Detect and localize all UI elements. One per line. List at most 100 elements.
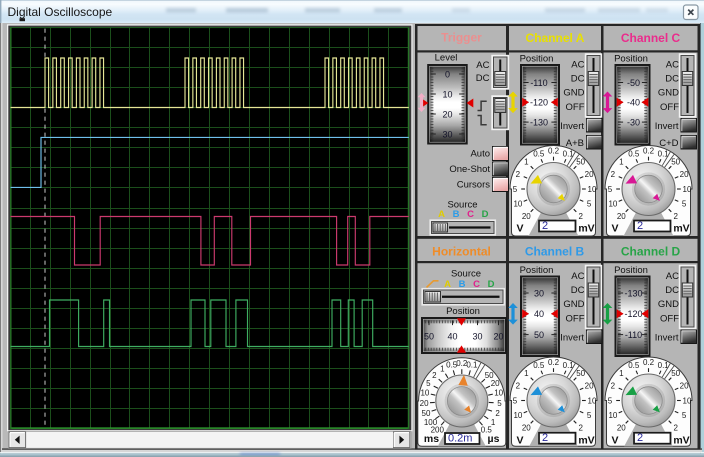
- svg-text:2: 2: [578, 212, 583, 221]
- svg-text:AC: AC: [666, 59, 679, 70]
- svg-text:50: 50: [671, 158, 680, 167]
- svg-text:5: 5: [513, 396, 518, 405]
- svg-text:1: 1: [524, 369, 529, 378]
- svg-text:Invert: Invert: [655, 121, 679, 132]
- svg-text:-50: -50: [627, 78, 640, 88]
- svg-text:C: C: [467, 209, 474, 220]
- svg-text:-110: -110: [625, 330, 642, 340]
- svg-text:10: 10: [494, 389, 503, 398]
- svg-text:GND: GND: [658, 299, 679, 310]
- svg-text:5: 5: [587, 200, 592, 209]
- svg-text:50: 50: [424, 331, 434, 341]
- svg-text:1: 1: [440, 365, 445, 374]
- svg-text:-40: -40: [627, 98, 640, 108]
- svg-text:0: 0: [445, 69, 450, 79]
- svg-text:A: A: [438, 209, 445, 220]
- svg-text:2: 2: [432, 371, 437, 380]
- svg-text:-130: -130: [624, 288, 642, 298]
- svg-text:OFF: OFF: [566, 102, 585, 113]
- svg-text:-130: -130: [530, 117, 548, 127]
- svg-text:Invert: Invert: [560, 333, 584, 344]
- svg-text:2: 2: [637, 432, 643, 444]
- svg-text:Digital Oscilloscope: Digital Oscilloscope: [8, 5, 113, 19]
- svg-text:5: 5: [682, 411, 687, 420]
- svg-text:Auto: Auto: [470, 148, 490, 159]
- svg-text:2: 2: [611, 382, 616, 391]
- svg-text:2: 2: [495, 409, 500, 418]
- svg-text:GND: GND: [658, 88, 679, 99]
- svg-text:DC: DC: [665, 285, 679, 296]
- svg-text:5: 5: [497, 399, 502, 408]
- svg-text:DC: DC: [571, 285, 585, 296]
- svg-text:10: 10: [588, 185, 597, 194]
- svg-text:10: 10: [608, 200, 617, 209]
- svg-text:0.2: 0.2: [548, 358, 560, 367]
- svg-text:mV: mV: [578, 435, 594, 447]
- svg-text:-120: -120: [624, 309, 642, 319]
- svg-text:2: 2: [611, 170, 616, 179]
- svg-text:5: 5: [587, 411, 592, 420]
- svg-text:50: 50: [671, 369, 680, 378]
- svg-text:1: 1: [619, 369, 624, 378]
- svg-text:20: 20: [522, 212, 531, 221]
- svg-text:D: D: [482, 209, 489, 220]
- svg-text:Invert: Invert: [655, 333, 679, 344]
- svg-text:50: 50: [422, 409, 431, 418]
- svg-text:20: 20: [680, 170, 689, 179]
- svg-text:Position: Position: [614, 54, 648, 65]
- svg-text:0.5: 0.5: [628, 149, 640, 158]
- svg-text:AC: AC: [666, 271, 679, 282]
- svg-text:Horizontal: Horizontal: [432, 245, 491, 259]
- svg-text:Channel B: Channel B: [525, 245, 585, 259]
- svg-text:mV: mV: [673, 435, 689, 447]
- svg-text:20: 20: [585, 170, 594, 179]
- svg-text:1: 1: [619, 158, 624, 167]
- svg-text:Channel D: Channel D: [621, 245, 681, 259]
- svg-text:V: V: [516, 435, 523, 447]
- svg-text:10: 10: [513, 411, 522, 420]
- svg-text:5: 5: [513, 185, 518, 194]
- svg-text:-110: -110: [530, 78, 547, 88]
- svg-text:40: 40: [534, 309, 544, 319]
- svg-text:V: V: [611, 223, 618, 235]
- svg-text:5: 5: [682, 200, 687, 209]
- svg-text:10: 10: [442, 89, 452, 99]
- svg-text:0.5: 0.5: [533, 361, 545, 370]
- svg-text:2: 2: [516, 382, 521, 391]
- svg-text:20: 20: [493, 331, 503, 341]
- svg-text:µs: µs: [488, 433, 500, 445]
- svg-text:30: 30: [534, 288, 544, 298]
- svg-text:0.2: 0.2: [643, 358, 655, 367]
- svg-text:10: 10: [420, 389, 429, 398]
- svg-text:AC: AC: [476, 60, 489, 71]
- svg-text:20: 20: [442, 109, 452, 119]
- svg-text:Position: Position: [520, 265, 554, 276]
- svg-text:20: 20: [491, 379, 500, 388]
- svg-text:V: V: [516, 223, 523, 235]
- svg-text:2: 2: [578, 424, 583, 433]
- svg-text:50: 50: [576, 369, 585, 378]
- svg-text:DC: DC: [476, 73, 490, 84]
- svg-text:2: 2: [516, 170, 521, 179]
- svg-text:5: 5: [608, 396, 613, 405]
- svg-text:B: B: [453, 209, 460, 220]
- svg-text:30: 30: [442, 129, 452, 139]
- svg-text:Source: Source: [451, 268, 481, 279]
- svg-text:20: 20: [680, 382, 689, 391]
- svg-text:30: 30: [472, 331, 482, 341]
- svg-text:10: 10: [513, 200, 522, 209]
- svg-text:OFF: OFF: [660, 102, 679, 113]
- svg-text:2: 2: [673, 424, 678, 433]
- svg-text:A+B: A+B: [566, 138, 584, 149]
- svg-text:20: 20: [420, 399, 429, 408]
- svg-text:-30: -30: [627, 117, 640, 127]
- svg-text:GND: GND: [563, 88, 584, 99]
- svg-text:0.2m: 0.2m: [448, 433, 472, 445]
- svg-text:Position: Position: [520, 54, 554, 65]
- svg-text:1: 1: [524, 158, 529, 167]
- svg-text:100: 100: [424, 418, 438, 427]
- svg-text:Trigger: Trigger: [441, 31, 482, 45]
- svg-text:OFF: OFF: [566, 313, 585, 324]
- svg-text:50: 50: [576, 158, 585, 167]
- svg-text:10: 10: [608, 411, 617, 420]
